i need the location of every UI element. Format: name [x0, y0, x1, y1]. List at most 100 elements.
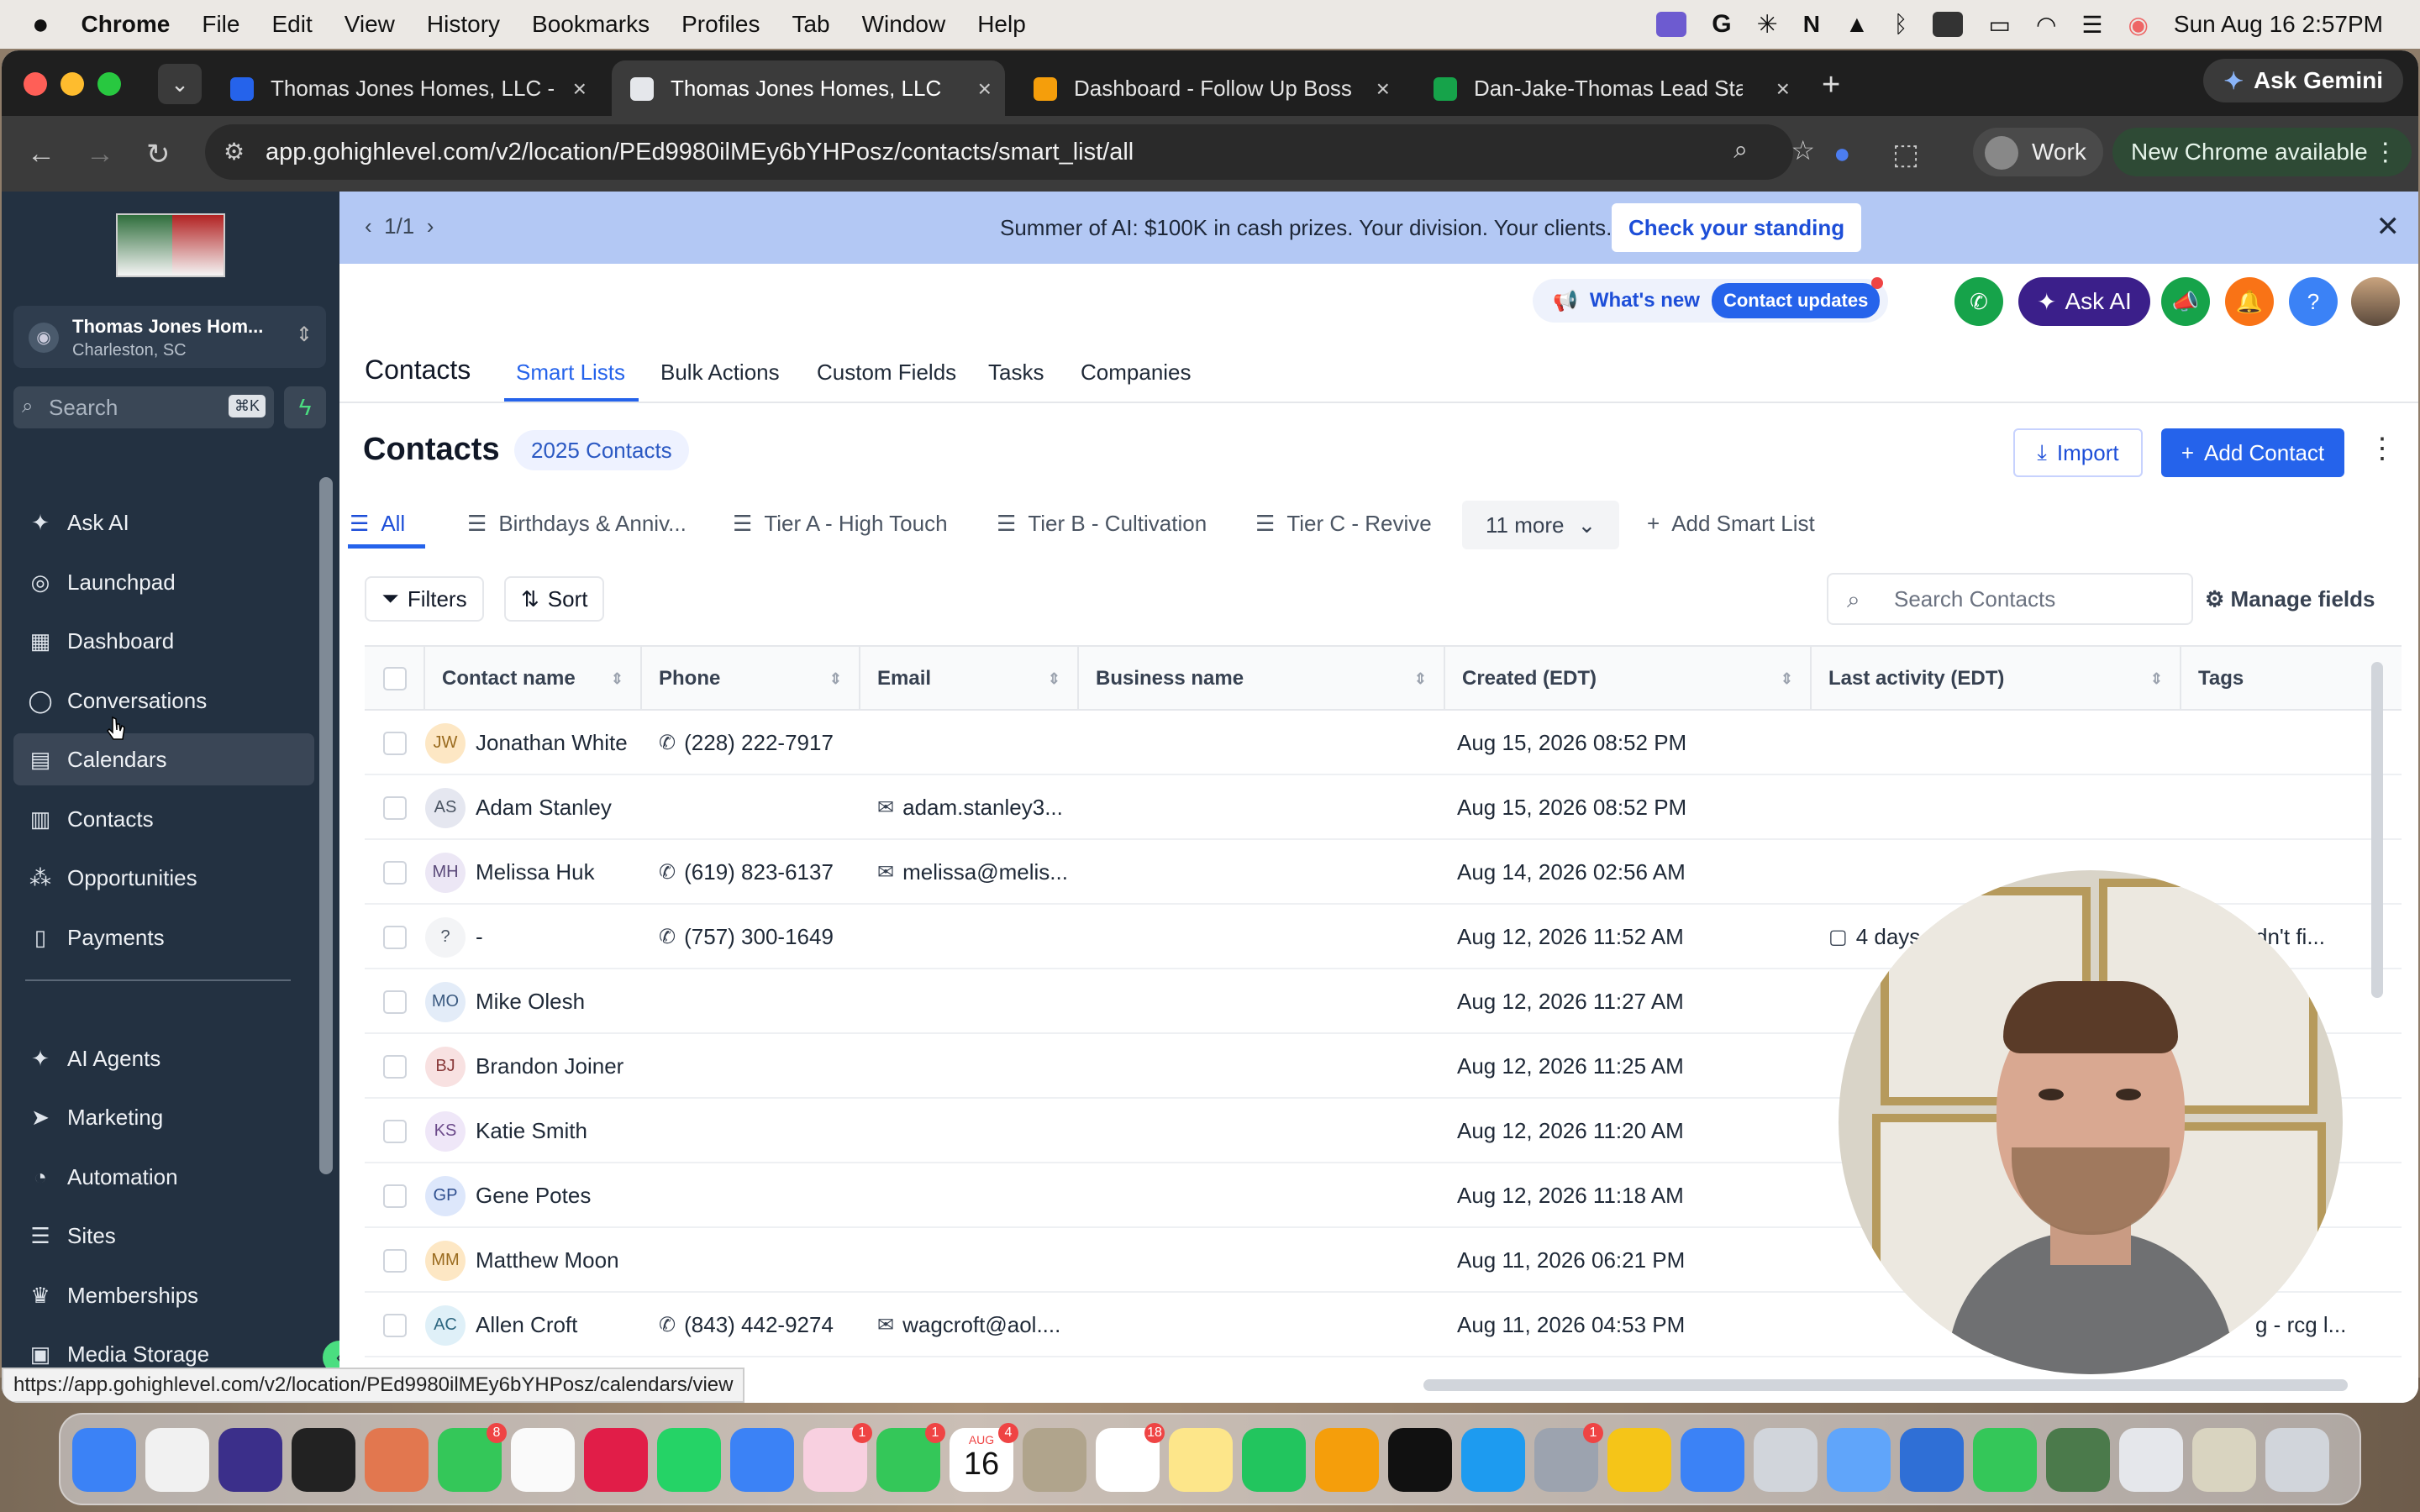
tab-companies[interactable]: Companies	[1081, 360, 1192, 386]
close-window-button[interactable]	[24, 72, 47, 96]
col-tags[interactable]: Tags	[2181, 647, 2402, 711]
phone-number[interactable]: (228) 222-7917	[684, 730, 834, 756]
row-checkbox[interactable]	[383, 1313, 407, 1337]
contact-name[interactable]: Jonathan White	[476, 730, 628, 756]
smart-list-tier-b[interactable]: ☰ Tier B - Cultivation	[997, 511, 1207, 537]
app-store-icon[interactable]	[1461, 1428, 1525, 1492]
photos-icon[interactable]: 1	[803, 1423, 872, 1492]
sidebar-search[interactable]: ⌕ Search ⌘K	[13, 386, 274, 428]
prev-icon[interactable]: ‹	[365, 213, 372, 239]
sidebar-scrollbar[interactable]	[319, 477, 333, 1174]
whats-new-button[interactable]: 📢 What's new Contact updates	[1533, 277, 1889, 323]
close-tab-icon[interactable]: ×	[978, 76, 992, 102]
row-checkbox-cell[interactable]	[383, 905, 425, 969]
col-phone[interactable]: Phone ⇕	[642, 647, 860, 711]
row-checkbox[interactable]	[383, 731, 407, 755]
banner-pager[interactable]: ‹ 1/1 ›	[365, 213, 434, 239]
contact-name[interactable]: Melissa Huk	[476, 859, 595, 885]
close-tab-icon[interactable]: ×	[1376, 76, 1390, 102]
contact-name-cell[interactable]: KS Katie Smith	[425, 1099, 642, 1163]
phone-number[interactable]: (843) 442-9274	[684, 1312, 834, 1338]
ask-gemini-button[interactable]: ✦ Ask Gemini	[2203, 59, 2403, 102]
row-checkbox-cell[interactable]	[383, 840, 425, 905]
add-smart-list-button[interactable]: + Add Smart List	[1647, 511, 1815, 537]
phone-cell[interactable]: ✆ (228) 222-7917	[659, 711, 860, 775]
contact-name-cell[interactable]: BJ Brandon Joiner	[425, 1034, 642, 1099]
email-address[interactable]: melissa@melis...	[902, 859, 1068, 885]
contact-updates-pill[interactable]: Contact updates	[1711, 283, 1881, 318]
more-options-icon[interactable]: ⋮	[2368, 432, 2396, 465]
smart-list-tier-c[interactable]: ☰ Tier C - Revive	[1255, 511, 1432, 537]
filters-button[interactable]: ⏷ Filters	[365, 576, 484, 622]
select-all-checkbox[interactable]	[383, 667, 407, 690]
contact-name[interactable]: Mike Olesh	[476, 989, 585, 1015]
more-smart-lists-dropdown[interactable]: 11 more ⌄	[1462, 501, 1620, 549]
email-cell[interactable]: ✉ adam.stanley3...	[877, 775, 1076, 840]
add-contact-button[interactable]: + Add Contact	[2161, 428, 2344, 477]
gemini-app-icon[interactable]	[218, 1428, 282, 1492]
minimize-window-button[interactable]	[60, 72, 84, 96]
sort-button[interactable]: ⇅ Sort	[504, 576, 605, 622]
chrome-icon[interactable]	[145, 1428, 209, 1492]
sort-arrows-icon[interactable]: ⇕	[611, 670, 623, 688]
iphone-mirroring-icon[interactable]	[1754, 1428, 1818, 1492]
contact-name[interactable]: Brandon Joiner	[476, 1053, 623, 1079]
extension-dot-icon[interactable]: ●	[1833, 138, 1851, 171]
bluetooth-icon[interactable]: ᛒ	[1894, 11, 1908, 38]
import-button[interactable]: ⤓ Import	[2013, 428, 2143, 477]
sort-arrows-icon[interactable]: ⇕	[1781, 670, 1793, 688]
grammarly-icon[interactable]: G	[1712, 10, 1731, 39]
reload-icon[interactable]: ↻	[146, 138, 171, 171]
tab-3[interactable]: Dashboard - Follow Up Boss ×	[1015, 60, 1403, 116]
row-checkbox[interactable]	[383, 1119, 407, 1143]
app-grey-icon[interactable]	[1827, 1428, 1891, 1492]
table-vertical-scrollbar[interactable]	[2371, 662, 2383, 998]
menu-history[interactable]: History	[427, 11, 500, 38]
notion-status-icon[interactable]: N	[1803, 11, 1820, 38]
row-checkbox-cell[interactable]	[383, 1034, 425, 1099]
menu-tab[interactable]: Tab	[792, 11, 829, 38]
sidebar-item-ask-ai[interactable]: ✦ Ask AI	[13, 496, 314, 549]
row-checkbox[interactable]	[383, 1054, 407, 1079]
sidebar-item-launchpad[interactable]: ◎ Launchpad	[13, 556, 314, 608]
contact-name[interactable]: Gene Potes	[476, 1183, 591, 1209]
sidebar-item-ai-agents[interactable]: ✦ AI Agents	[13, 1032, 314, 1084]
col-contact-name[interactable]: Contact name ⇕	[425, 647, 642, 711]
col-email[interactable]: Email ⇕	[860, 647, 1079, 711]
email-address[interactable]: adam.stanley3...	[902, 795, 1063, 821]
sidebar-item-contacts[interactable]: ▥ Contacts	[13, 793, 314, 845]
address-bar[interactable]: ⚙ app.gohighlevel.com/v2/location/PEd998…	[205, 124, 1815, 180]
row-checkbox-cell[interactable]	[383, 969, 425, 1034]
sparkle-status-icon[interactable]: ✳	[1757, 10, 1778, 39]
contact-name-cell[interactable]: JW Jonathan White	[425, 711, 642, 775]
sort-arrows-icon[interactable]: ⇕	[1048, 670, 1060, 688]
contacts-app-icon[interactable]	[1023, 1428, 1086, 1492]
webcam-overlay[interactable]	[1839, 870, 2343, 1374]
sidebar-item-sites[interactable]: ☰ Sites	[13, 1210, 314, 1262]
contact-name-cell[interactable]: AC Allen Croft	[425, 1293, 642, 1357]
tab-tasks[interactable]: Tasks	[988, 360, 1044, 386]
menu-help[interactable]: Help	[977, 11, 1026, 38]
row-checkbox[interactable]	[383, 990, 407, 1014]
notes-icon[interactable]	[1169, 1428, 1233, 1492]
row-checkbox-cell[interactable]	[383, 1228, 425, 1293]
menu-profiles[interactable]: Profiles	[681, 11, 760, 38]
phone-cell[interactable]: ✆ (619) 823-6137	[659, 840, 860, 905]
email-cell[interactable]: ✉ wagcroft@aol....	[877, 1293, 1076, 1357]
row-checkbox-cell[interactable]	[383, 1293, 425, 1357]
siri-icon[interactable]: ◉	[2128, 11, 2148, 39]
wifi-icon[interactable]: ◠	[2036, 11, 2056, 39]
row-checkbox-cell[interactable]	[383, 1163, 425, 1228]
claude-icon[interactable]	[365, 1428, 429, 1492]
forward-arrow-icon[interactable]: →	[86, 138, 114, 171]
row-checkbox-cell[interactable]	[383, 711, 425, 775]
col-created[interactable]: Created (EDT) ⇕	[1445, 647, 1812, 711]
whatsapp-icon[interactable]	[657, 1428, 721, 1492]
obs-icon[interactable]	[292, 1428, 355, 1492]
capcut-icon[interactable]	[1388, 1428, 1452, 1492]
tab-custom-fields[interactable]: Custom Fields	[817, 360, 956, 386]
email-address[interactable]: wagcroft@aol....	[902, 1312, 1060, 1338]
col-last-activity[interactable]: Last activity (EDT) ⇕	[1812, 647, 2181, 711]
email-cell[interactable]: ✉ melissa@melis...	[877, 840, 1076, 905]
contact-name[interactable]: Katie Smith	[476, 1118, 587, 1144]
